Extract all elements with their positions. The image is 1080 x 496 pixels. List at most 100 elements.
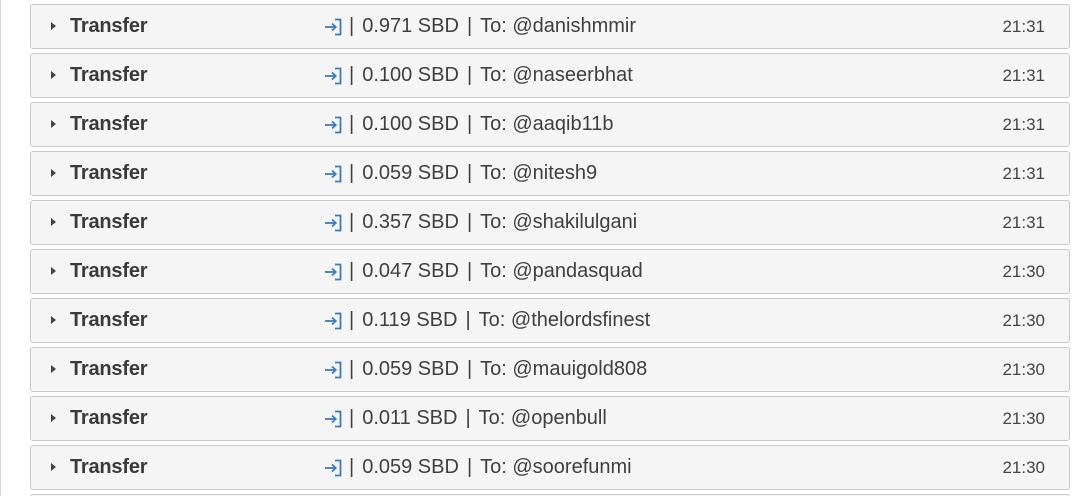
operation-details: | 0.011 SBD | To: @openbull	[323, 407, 607, 430]
sign-in-icon	[323, 213, 344, 233]
separator: |	[466, 358, 473, 380]
recipient[interactable]: To: @openbull	[479, 407, 607, 430]
separator: |	[349, 113, 355, 135]
caret-right-icon[interactable]	[51, 120, 56, 128]
amount: 0.357 SBD	[362, 211, 459, 233]
separator: |	[349, 211, 355, 233]
sign-in-icon	[323, 458, 344, 478]
caret-right-icon[interactable]	[51, 414, 56, 422]
sign-in-icon	[323, 360, 344, 380]
sign-in-icon	[323, 115, 344, 135]
amount: 0.119 SBD	[362, 309, 458, 331]
operation-type: Transfer	[70, 211, 148, 233]
operation-type: Transfer	[70, 456, 148, 478]
operation-type: Transfer	[70, 260, 148, 282]
separator: |	[466, 456, 473, 478]
transfer-row[interactable]: Transfer | 0.100 SBD | To: @naseerbhat 2…	[30, 53, 1070, 98]
operation-type: Transfer	[70, 309, 148, 331]
operation-type: Transfer	[70, 113, 148, 135]
operation-details: | 0.047 SBD | To: @pandasquad	[323, 260, 643, 283]
sign-in-icon	[323, 17, 344, 37]
separator: |	[349, 64, 355, 86]
timestamp: 21:31	[1002, 66, 1045, 85]
caret-right-icon[interactable]	[51, 71, 56, 79]
amount: 0.100 SBD	[362, 64, 459, 86]
caret-right-icon[interactable]	[51, 22, 56, 30]
separator: |	[466, 15, 473, 37]
timestamp: 21:31	[1002, 17, 1045, 36]
amount: 0.059 SBD	[362, 162, 459, 184]
operation-details: | 0.971 SBD | To: @danishmmir	[323, 15, 636, 38]
transfer-row[interactable]: Transfer | 0.059 SBD | To: @mauigold808 …	[30, 347, 1070, 392]
operation-type: Transfer	[70, 15, 148, 37]
operation-details: | 0.100 SBD | To: @aaqib11b	[323, 113, 614, 136]
sign-in-icon	[323, 409, 344, 429]
separator: |	[465, 309, 471, 331]
separator: |	[349, 15, 355, 37]
timestamp: 21:31	[1002, 213, 1045, 232]
timestamp: 21:31	[1002, 115, 1045, 134]
amount: 0.971 SBD	[362, 15, 459, 37]
page: Transfer | 0.971 SBD | To: @danishmmir 2…	[0, 0, 1080, 496]
recipient[interactable]: To: @aaqib11b	[480, 113, 613, 136]
separator: |	[466, 64, 473, 86]
separator: |	[466, 211, 473, 233]
separator: |	[349, 260, 355, 282]
caret-right-icon[interactable]	[51, 267, 56, 275]
operation-type: Transfer	[70, 162, 148, 184]
recipient[interactable]: To: @danishmmir	[480, 15, 636, 38]
operation-details: | 0.119 SBD | To: @thelordsfinest	[323, 309, 650, 332]
separator: |	[349, 309, 355, 331]
caret-right-icon[interactable]	[51, 169, 56, 177]
caret-right-icon[interactable]	[51, 218, 56, 226]
separator: |	[349, 358, 355, 380]
timestamp: 21:31	[1002, 164, 1045, 183]
timestamp: 21:30	[1002, 360, 1045, 379]
caret-right-icon[interactable]	[51, 463, 56, 471]
separator: |	[349, 456, 355, 478]
separator: |	[465, 407, 471, 429]
recipient[interactable]: To: @mauigold808	[480, 358, 647, 381]
transfer-row[interactable]: Transfer | 0.059 SBD | To: @soorefunmi 2…	[30, 445, 1070, 490]
operation-details: | 0.100 SBD | To: @naseerbhat	[323, 64, 633, 87]
transfer-row[interactable]: Transfer | 0.100 SBD | To: @aaqib11b 21:…	[30, 102, 1070, 147]
separator: |	[466, 113, 473, 135]
separator: |	[349, 162, 355, 184]
amount: 0.100 SBD	[362, 113, 459, 135]
transfer-row[interactable]: Transfer | 0.971 SBD | To: @danishmmir 2…	[30, 4, 1070, 49]
recipient[interactable]: To: @soorefunmi	[480, 456, 631, 479]
transfer-row[interactable]: Transfer | 0.357 SBD | To: @shakilulgani	[30, 200, 1070, 245]
operation-details: | 0.357 SBD | To: @shakilulgani	[323, 211, 637, 234]
timestamp: 21:30	[1002, 409, 1045, 428]
transfer-row[interactable]: Transfer | 0.119 SBD | To: @thelordsfine…	[30, 298, 1070, 343]
timestamp: 21:30	[1002, 262, 1045, 281]
separator: |	[466, 260, 473, 282]
operation-details: | 0.059 SBD | To: @soorefunmi	[323, 456, 632, 479]
transfer-row[interactable]: Transfer | 0.047 SBD | To: @pandasquad 2…	[30, 249, 1070, 294]
amount: 0.059 SBD	[362, 456, 459, 478]
left-border	[0, 0, 1, 496]
sign-in-icon	[323, 311, 344, 331]
separator: |	[466, 162, 473, 184]
separator: |	[349, 407, 355, 429]
transfer-row[interactable]: Transfer | 0.059 SBD | To: @nitesh9 21:3…	[30, 151, 1070, 196]
amount: 0.047 SBD	[362, 260, 459, 282]
timestamp: 21:30	[1002, 458, 1045, 477]
operation-details: | 0.059 SBD | To: @nitesh9	[323, 162, 597, 185]
operation-type: Transfer	[70, 64, 148, 86]
recipient[interactable]: To: @pandasquad	[480, 260, 643, 283]
operation-type: Transfer	[70, 358, 148, 380]
operation-type: Transfer	[70, 407, 148, 429]
amount: 0.011 SBD	[362, 407, 458, 429]
recipient[interactable]: To: @shakilulgani	[480, 211, 637, 234]
amount: 0.059 SBD	[362, 358, 459, 380]
caret-right-icon[interactable]	[51, 365, 56, 373]
recipient[interactable]: To: @thelordsfinest	[479, 309, 651, 332]
recipient[interactable]: To: @naseerbhat	[480, 64, 633, 87]
recipient[interactable]: To: @nitesh9	[480, 162, 597, 185]
sign-in-icon	[323, 66, 344, 86]
sign-in-icon	[323, 164, 344, 184]
caret-right-icon[interactable]	[51, 316, 56, 324]
transfer-row[interactable]: Transfer | 0.011 SBD | To: @openbull 21:…	[30, 396, 1070, 441]
sign-in-icon	[323, 262, 344, 282]
